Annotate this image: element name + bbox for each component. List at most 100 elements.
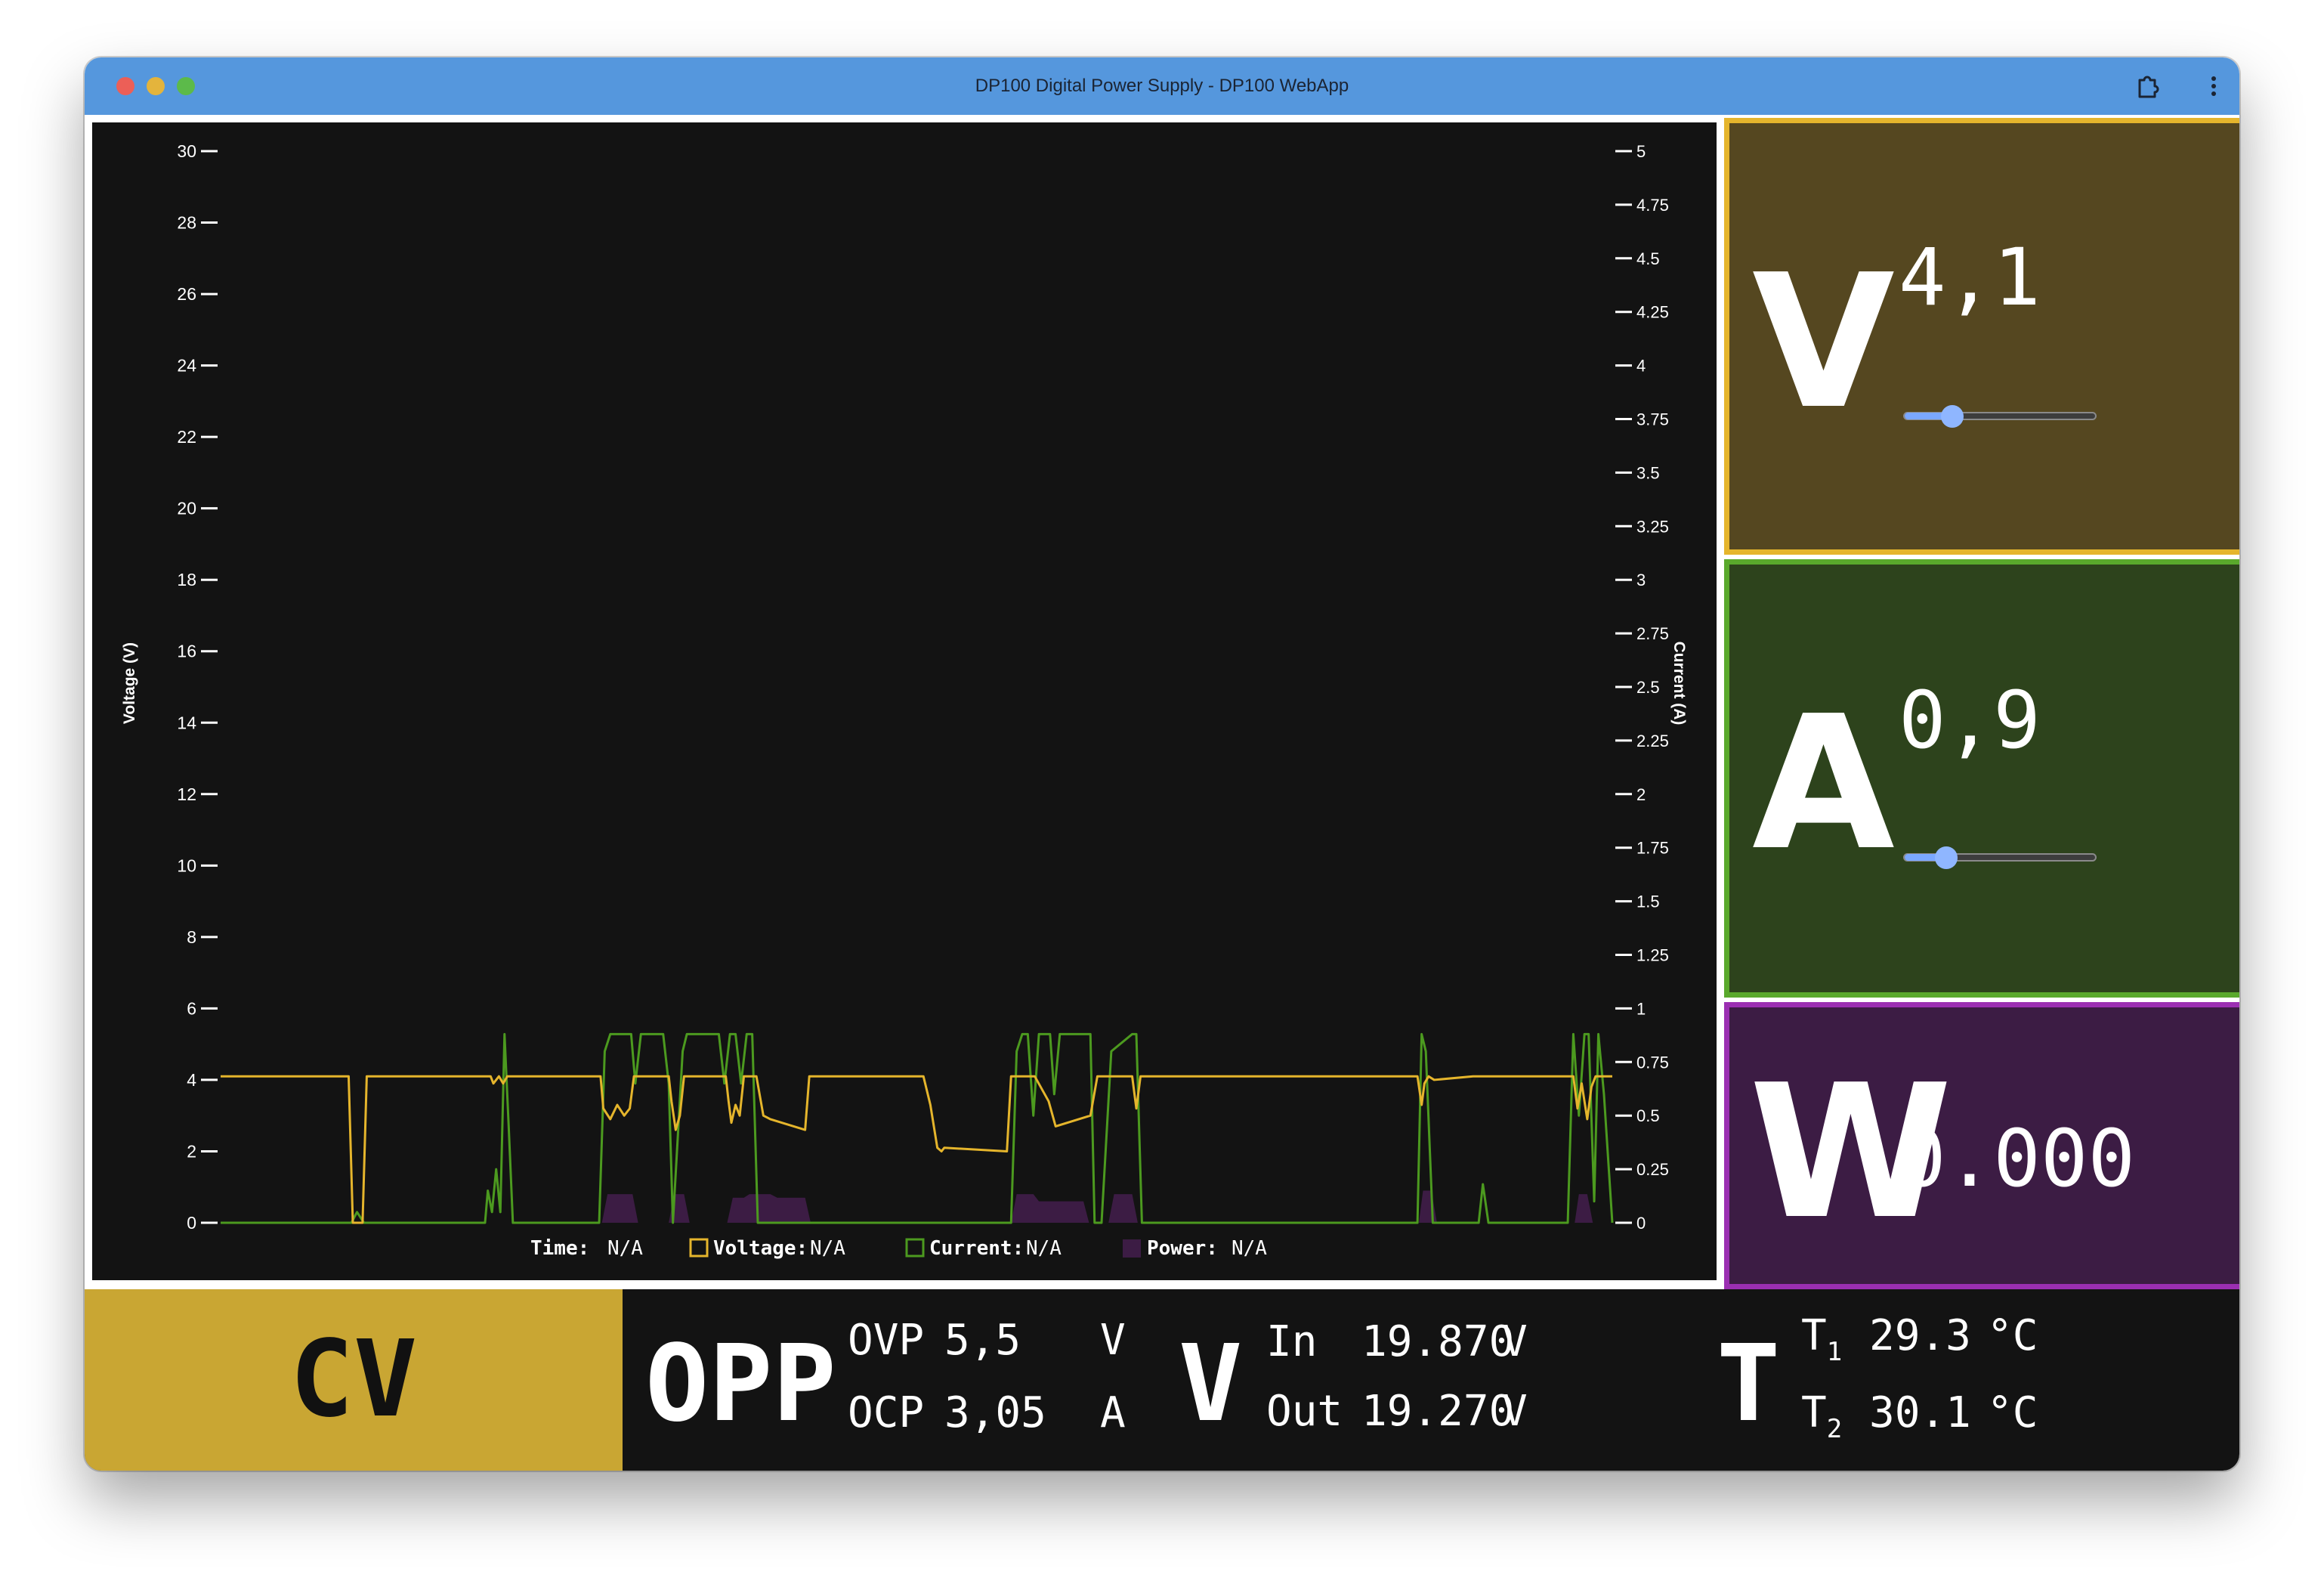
input-voltage-label: In — [1266, 1317, 1318, 1366]
y2-tick-label: 0 — [1636, 1214, 1646, 1233]
legend-power-swatch — [1123, 1239, 1141, 1258]
t2-subscript: 2 — [1826, 1414, 1843, 1444]
ocp-label: OCP — [848, 1388, 925, 1437]
protection-label: OPP — [645, 1323, 836, 1446]
temperature-symbol: T — [1717, 1323, 1781, 1446]
ocp-unit: A — [1100, 1388, 1126, 1437]
output-voltage-value: 19.270 — [1361, 1387, 1515, 1436]
t1-unit: °C — [1987, 1311, 2038, 1360]
legend-time-value: N/A — [607, 1237, 643, 1260]
y2-tick-label: 3.5 — [1636, 463, 1660, 482]
legend-time-label: Time: — [530, 1237, 589, 1260]
voltage-slider-thumb[interactable] — [1941, 405, 1964, 428]
voltage-slider[interactable] — [1903, 405, 2097, 428]
status-bar: CV OPP OVP 5,5 V OCP 3,05 A V In 19.870 … — [85, 1289, 2239, 1471]
window-title: DP100 Digital Power Supply - DP100 WebAp… — [975, 76, 1349, 96]
y-tick-label: 24 — [177, 356, 196, 376]
y2-tick-label: 1.75 — [1636, 839, 1669, 858]
y2-tick-label: 1.5 — [1636, 893, 1660, 911]
t2-label: T2 — [1801, 1392, 1842, 1443]
y-axis-label: Voltage (V) — [121, 642, 138, 724]
y2-tick-label: 5 — [1636, 142, 1646, 161]
current-symbol: A — [1752, 676, 1895, 891]
y2-tick-label: 2 — [1636, 785, 1646, 804]
browser-window: DP100 Digital Power Supply - DP100 WebAp… — [85, 57, 2239, 1471]
y2-axis-label: Current (A) — [1670, 642, 1688, 725]
y2-tick-label: 0.5 — [1636, 1106, 1660, 1125]
legend-voltage-label: Voltage: — [713, 1237, 808, 1260]
y2-tick-label: 3 — [1636, 571, 1646, 589]
legend-current-swatch — [905, 1238, 925, 1258]
mode-label: CV — [289, 1318, 418, 1441]
t1-subscript: 1 — [1826, 1337, 1843, 1367]
y-tick-label: 30 — [177, 141, 196, 161]
y-tick-label: 16 — [177, 642, 196, 661]
current-series-line — [221, 1032, 1614, 1224]
y-tick-label: 8 — [187, 927, 196, 947]
y-tick-label: 4 — [187, 1070, 196, 1090]
mode-indicator: CV — [85, 1289, 623, 1471]
power-series-area — [221, 1190, 1612, 1223]
t2-value: 30.1 — [1869, 1388, 1971, 1437]
power-panel: W 0.000 — [1724, 1002, 2239, 1289]
t1-label-text: T — [1801, 1311, 1827, 1360]
voltage-current-chart: 024681012141618202224262830 00.250.50.75… — [121, 141, 1688, 1260]
y-tick-label: 10 — [177, 855, 196, 875]
y-tick-label: 26 — [177, 284, 196, 304]
current-slider-thumb[interactable] — [1935, 846, 1958, 869]
y2-tick-label: 0.75 — [1636, 1053, 1669, 1072]
legend-power-label: Power: — [1147, 1237, 1218, 1260]
extensions-icon[interactable] — [2134, 73, 2161, 100]
y2-tick-label: 4.5 — [1636, 249, 1660, 268]
t1-label: T1 — [1801, 1315, 1842, 1366]
voltage-control-panel: V 4,1 — [1724, 118, 2239, 555]
y2-tick-label: 4.75 — [1636, 196, 1669, 215]
y-tick-label: 14 — [177, 713, 196, 732]
y2-tick-label: 2.5 — [1636, 678, 1660, 697]
y2-tick-label: 1 — [1636, 999, 1646, 1018]
current-control-panel: A 0,9 — [1724, 559, 2239, 998]
y-tick-label: 6 — [187, 998, 196, 1018]
t2-unit: °C — [1987, 1388, 2038, 1437]
legend-current-value: N/A — [1026, 1237, 1062, 1260]
voltage-setpoint-value[interactable]: 4,1 — [1899, 238, 2041, 317]
ovp-value[interactable]: 5,5 — [944, 1319, 1021, 1362]
output-voltage-unit: V — [1502, 1387, 1528, 1436]
ocp-value[interactable]: 3,05 — [944, 1392, 1046, 1434]
y-tick-label: 2 — [187, 1141, 196, 1161]
y2-tick-label: 1.25 — [1636, 946, 1669, 965]
y2-tick-label: 3.25 — [1636, 517, 1669, 536]
legend-voltage-value: N/A — [810, 1237, 845, 1260]
voltage-series-line — [221, 1075, 1612, 1224]
y2-tick-label: 4 — [1636, 357, 1646, 376]
current-setpoint-value[interactable]: 0,9 — [1899, 681, 2041, 760]
y2-tick-label: 2.25 — [1636, 732, 1669, 750]
voltage-symbol: V — [1752, 235, 1895, 450]
y2-tick-label: 0.25 — [1636, 1160, 1669, 1179]
t1-value: 29.3 — [1869, 1311, 1971, 1360]
y-tick-label: 20 — [177, 499, 196, 518]
voltage-readout-symbol: V — [1179, 1323, 1243, 1446]
legend-power-value: N/A — [1232, 1237, 1267, 1260]
output-voltage-label: Out — [1266, 1387, 1343, 1436]
power-value: 0.000 — [1899, 1112, 2136, 1205]
ovp-label: OVP — [848, 1316, 925, 1365]
chart-panel: 0 2 4 6 8 10 12 14 16 18 20 22 24 26 28 30 0 0.25 0.5 0.75… — [92, 122, 1717, 1280]
y-tick-label: 0 — [187, 1213, 196, 1233]
current-slider[interactable] — [1903, 846, 2097, 869]
y2-tick-label: 3.75 — [1636, 410, 1669, 429]
title-bar: DP100 Digital Power Supply - DP100 WebAp… — [85, 57, 2239, 115]
t2-label-text: T — [1801, 1388, 1827, 1437]
legend-voltage-swatch — [689, 1238, 709, 1258]
input-voltage-unit: V — [1502, 1317, 1528, 1366]
y-tick-label: 12 — [177, 784, 196, 804]
y2-tick-label: 2.75 — [1636, 624, 1669, 643]
input-voltage-value: 19.870 — [1361, 1317, 1515, 1366]
y-tick-label: 22 — [177, 427, 196, 447]
legend-current-label: Current: — [929, 1237, 1024, 1260]
ovp-unit: V — [1100, 1316, 1126, 1365]
kebab-menu-icon[interactable] — [2200, 73, 2227, 100]
y2-tick-label: 4.25 — [1636, 303, 1669, 322]
y-tick-label: 18 — [177, 570, 196, 589]
y-tick-label: 28 — [177, 213, 196, 233]
